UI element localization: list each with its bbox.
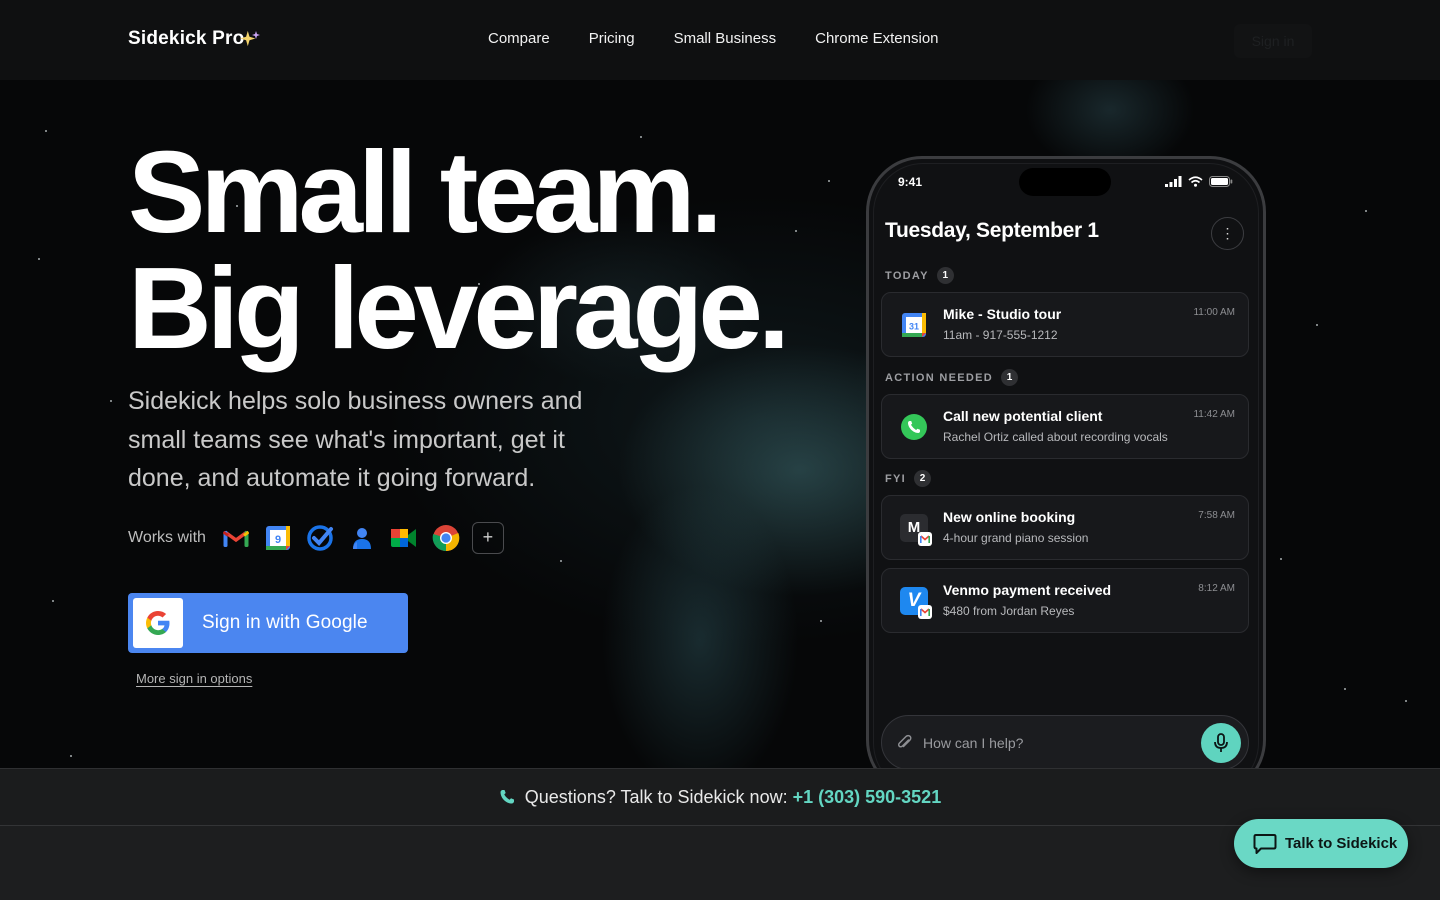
sign-in-with-google-button[interactable]: Sign in with Google: [128, 593, 408, 653]
section-label: ACTION NEEDED: [885, 371, 993, 384]
nav-compare[interactable]: Compare: [488, 30, 550, 48]
google-calendar-icon: 9: [264, 524, 292, 552]
dynamic-island: [1019, 168, 1111, 196]
card-time: 8:12 AM: [1198, 583, 1235, 594]
nav-chrome-extension[interactable]: Chrome Extension: [815, 30, 938, 48]
logo[interactable]: Sidekick Pro: [128, 28, 244, 50]
more-integrations-button[interactable]: +: [471, 522, 504, 554]
battery-icon: [1209, 176, 1233, 187]
works-with-label: Works with: [128, 529, 206, 546]
paperclip-icon[interactable]: [896, 734, 914, 752]
count-badge: 2: [914, 470, 932, 487]
sparkle-icon: [240, 30, 260, 47]
status-icons: [1165, 176, 1233, 187]
card-subtitle: 4-hour grand piano session: [943, 531, 1089, 545]
ask-input[interactable]: How can I help?: [881, 715, 1249, 770]
notification-card[interactable]: Call new potential client Rachel Ortiz c…: [881, 394, 1249, 459]
ask-placeholder: How can I help?: [923, 735, 1024, 751]
phone-icon: [900, 413, 928, 441]
m-letter-icon: M: [900, 514, 932, 546]
hero-subtext: Sidekick helps solo business owners and …: [128, 387, 583, 492]
main-nav: Compare Pricing Small Business Chrome Ex…: [488, 30, 978, 48]
phone-date-title: Tuesday, September 1: [885, 219, 1099, 242]
card-time: 11:00 AM: [1193, 307, 1235, 318]
google-button-label: Sign in with Google: [202, 612, 368, 633]
gmail-badge-icon: [918, 605, 932, 619]
microphone-icon: [1214, 733, 1228, 752]
gmail-icon: [222, 524, 250, 552]
venmo-icon: V: [900, 587, 932, 619]
google-g-icon: [133, 598, 183, 648]
status-time: 9:41: [898, 175, 923, 189]
card-subtitle: 11am - 917-555-1212: [943, 328, 1058, 342]
card-subtitle: Rachel Ortiz called about recording voca…: [943, 430, 1168, 444]
site-header: Sidekick Pro Compare Pricing Small Busin…: [0, 0, 1440, 80]
phone-number-link[interactable]: +1 (303) 590-3521: [793, 787, 942, 808]
questions-bar: Questions? Talk to Sidekick now: +1 (303…: [0, 768, 1440, 826]
section-label: FYI: [885, 472, 907, 485]
more-options-icon[interactable]: ⋮: [1211, 217, 1244, 250]
card-title: Venmo payment received: [943, 582, 1112, 598]
chrome-icon: [432, 524, 460, 552]
headline-line-1: Small team.: [128, 127, 723, 257]
google-contacts-icon: [348, 524, 376, 552]
notification-card[interactable]: 31 Mike - Studio tour 11am - 917-555-121…: [881, 292, 1249, 357]
section-action-needed: ACTION NEEDED 1: [885, 369, 1018, 386]
phone-icon: [500, 790, 514, 804]
svg-text:31: 31: [909, 322, 919, 332]
microphone-button[interactable]: [1201, 723, 1241, 763]
sign-in-button[interactable]: Sign in: [1234, 24, 1312, 58]
card-title: Call new potential client: [943, 408, 1103, 424]
nav-small-business[interactable]: Small Business: [674, 30, 777, 48]
card-subtitle: $480 from Jordan Reyes: [943, 604, 1075, 618]
google-calendar-icon: 31: [900, 311, 928, 339]
talk-button-label: Talk to Sidekick: [1285, 835, 1398, 852]
google-tasks-icon: [306, 524, 334, 552]
section-today: TODAY 1: [885, 267, 954, 284]
section-fyi: FYI 2: [885, 470, 932, 487]
section-label: TODAY: [885, 269, 929, 282]
signal-icon: [1165, 176, 1182, 187]
headline-line-2: Big leverage.: [128, 243, 790, 373]
gmail-badge-icon: [918, 532, 932, 546]
count-badge: 1: [1000, 369, 1018, 386]
questions-text: Questions? Talk to Sidekick now:: [524, 786, 788, 807]
svg-text:9: 9: [275, 534, 281, 546]
notification-card[interactable]: V Venmo payment received $480 from Jorda…: [881, 568, 1249, 633]
hero-headline: Small team. Big leverage.: [128, 127, 790, 373]
google-meet-icon: [390, 524, 418, 552]
works-with-row: Works with 9 +: [128, 522, 504, 554]
count-badge: 1: [936, 267, 954, 284]
card-time: 7:58 AM: [1198, 510, 1235, 521]
notification-card[interactable]: M New online booking 4-hour grand piano …: [881, 495, 1249, 560]
wifi-icon: [1188, 176, 1203, 187]
card-title: New online booking: [943, 509, 1076, 525]
talk-to-sidekick-button[interactable]: Talk to Sidekick: [1234, 819, 1408, 868]
card-title: Mike - Studio tour: [943, 306, 1062, 322]
chat-bubble-icon: [1253, 833, 1277, 854]
more-sign-in-options-link[interactable]: More sign in options: [136, 671, 252, 686]
nav-pricing[interactable]: Pricing: [589, 30, 635, 48]
lower-section: [0, 826, 1440, 900]
card-time: 11:42 AM: [1193, 409, 1235, 420]
